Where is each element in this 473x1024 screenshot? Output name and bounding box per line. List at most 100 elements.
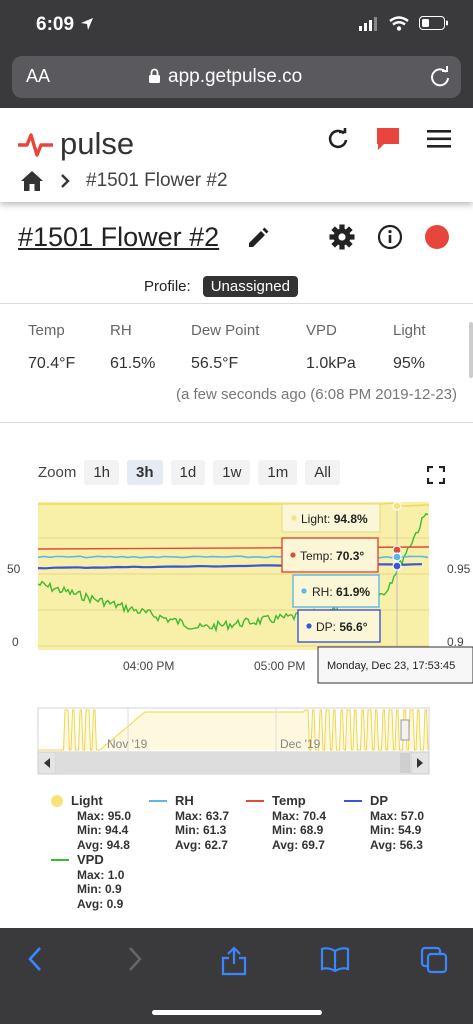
- tooltip-value: 94.8%: [334, 512, 368, 526]
- zoom-3h-button[interactable]: 3h: [127, 460, 163, 485]
- stat-label: Max:: [77, 808, 105, 823]
- chevron-right-icon: [61, 174, 70, 188]
- fullscreen-icon[interactable]: [427, 466, 445, 484]
- stat-value: 54.9: [398, 823, 422, 837]
- battery-icon: [419, 16, 448, 30]
- stat-label: Min:: [370, 823, 395, 837]
- stat-value: 56.3: [399, 837, 423, 852]
- share-icon[interactable]: [220, 946, 248, 976]
- home-icon[interactable]: [20, 170, 44, 192]
- profile-badge[interactable]: Unassigned: [202, 276, 298, 297]
- scrollbar-thumb[interactable]: [400, 753, 410, 773]
- pulse-logo[interactable]: pulse: [18, 126, 134, 162]
- reading-value: 95%: [393, 355, 426, 372]
- legend-item-vpd[interactable]: VPD Max: 1.0 Min: 0.9 Avg: 0.9: [51, 852, 125, 911]
- url-field[interactable]: AA app.getpulse.co: [12, 56, 461, 98]
- legend-item-light[interactable]: Light Max: 95.0 Min: 94.4 Avg: 94.8: [51, 793, 131, 852]
- tooltip-value: 56.6°: [339, 620, 367, 634]
- status-bar: 6:09: [0, 0, 473, 50]
- forward-chevron-icon[interactable]: [126, 946, 144, 972]
- zoom-1w-button[interactable]: 1w: [213, 460, 251, 485]
- legend-item-rh[interactable]: RH Max: 63.7 Min: 61.3 Avg: 62.7: [149, 793, 229, 852]
- breadcrumb-current[interactable]: #1501 Flower #2: [86, 170, 228, 192]
- stat-label: Max:: [175, 808, 203, 823]
- stat-value: 70.4: [302, 808, 327, 823]
- bookmarks-icon[interactable]: [320, 946, 350, 972]
- legend-swatch: [51, 859, 69, 862]
- stat-value: 69.7: [301, 837, 325, 852]
- hover-marker: [392, 501, 402, 511]
- zoom-1h-button[interactable]: 1h: [84, 460, 120, 485]
- stat-value: 57.0: [400, 808, 425, 823]
- tooltip-value: 70.3°: [336, 549, 364, 563]
- stat-label: Avg:: [272, 837, 299, 852]
- stat-value: 61.3: [203, 823, 227, 837]
- brand-name: pulse: [60, 126, 135, 161]
- reading-label: Light: [393, 322, 426, 339]
- profile-label: Profile:: [144, 278, 191, 295]
- stat-label: Avg:: [175, 837, 202, 852]
- browser-address-bar: AA app.getpulse.co: [0, 50, 473, 108]
- text-size-button[interactable]: AA: [26, 66, 50, 87]
- url-text: app.getpulse.co: [168, 66, 303, 87]
- tooltip-label: RH:: [312, 585, 333, 599]
- zoom-bar: Zoom 1h 3h 1d 1w 1m All: [38, 460, 340, 485]
- stat-value: 94.8: [106, 837, 130, 852]
- edit-pencil-icon[interactable]: [246, 226, 270, 250]
- info-icon[interactable]: [377, 224, 403, 250]
- lock-icon: [149, 68, 160, 83]
- tooltip-label: Light:: [301, 512, 330, 526]
- tooltip-value: 61.9%: [336, 585, 370, 599]
- reload-icon[interactable]: [429, 66, 451, 88]
- menu-icon[interactable]: [427, 129, 451, 149]
- last-updated: (a few seconds ago (6:08 PM 2019-12-23): [176, 386, 457, 403]
- stat-value: 1.0: [107, 867, 125, 882]
- chat-icon[interactable]: [375, 126, 401, 152]
- legend-series-name: RH: [175, 793, 194, 808]
- navigator-handle[interactable]: [400, 719, 410, 741]
- scrollbar[interactable]: [469, 322, 473, 378]
- stat-label: Min:: [272, 823, 297, 837]
- stat-label: Avg:: [77, 837, 104, 852]
- zoom-label: Zoom: [38, 464, 77, 481]
- y-left-tick: 0: [12, 635, 19, 649]
- tooltip-temp: Temp: 70.3°: [281, 537, 379, 573]
- svg-text:RH: 61.9%: RH: 61.9%: [312, 585, 370, 599]
- reading-value: 61.5%: [110, 355, 156, 372]
- home-indicator: [152, 1010, 322, 1015]
- stat-label: Min:: [175, 823, 200, 837]
- stat-label: Avg:: [370, 837, 397, 852]
- divider: [0, 422, 473, 423]
- breadcrumb: #1501 Flower #2: [20, 170, 228, 192]
- back-chevron-icon[interactable]: [26, 946, 44, 972]
- stat-value: 68.9: [300, 823, 324, 837]
- legend-item-temp[interactable]: Temp Max: 70.4 Min: 68.9 Avg: 69.7: [246, 793, 327, 852]
- legend-item-dp[interactable]: DP Max: 57.0 Min: 54.9 Avg: 56.3: [344, 793, 425, 852]
- legend-series-name: Temp: [272, 793, 306, 808]
- stat-label: Min:: [77, 882, 102, 896]
- tooltip-label: Temp:: [300, 549, 333, 563]
- location-arrow-icon: [81, 18, 93, 30]
- legend-swatch: [149, 800, 167, 803]
- svg-text:DP: 56.6°: DP: 56.6°: [316, 620, 368, 634]
- y-right-tick: 0.95: [447, 562, 471, 576]
- stat-value: 94.4: [105, 823, 129, 837]
- device-title[interactable]: #1501 Flower #2: [18, 222, 219, 253]
- settings-gear-icon[interactable]: [329, 224, 355, 250]
- sensor-chart[interactable]: 50 0 0.95 0.9 04:00 PM 05:00 PM Light: 9…: [0, 494, 473, 690]
- zoom-1m-button[interactable]: 1m: [258, 460, 298, 485]
- tabs-icon[interactable]: [420, 946, 448, 974]
- reading-label: VPD: [306, 322, 337, 339]
- reading-value: 56.5°F: [191, 355, 239, 372]
- zoom-1d-button[interactable]: 1d: [170, 460, 206, 485]
- x-tick: 04:00 PM: [123, 659, 174, 673]
- legend-swatch: [344, 800, 362, 803]
- clock: 6:09: [36, 14, 75, 35]
- svg-text:Light: 94.8%: Light: 94.8%: [301, 512, 368, 526]
- refresh-icon[interactable]: [327, 128, 349, 150]
- navigator-label: Nov '19: [107, 737, 148, 751]
- x-tick: 05:00 PM: [254, 659, 305, 673]
- pulse-wave-icon: [18, 133, 53, 157]
- zoom-all-button[interactable]: All: [305, 460, 340, 485]
- chart-navigator[interactable]: Nov '19 Dec '19: [0, 702, 473, 778]
